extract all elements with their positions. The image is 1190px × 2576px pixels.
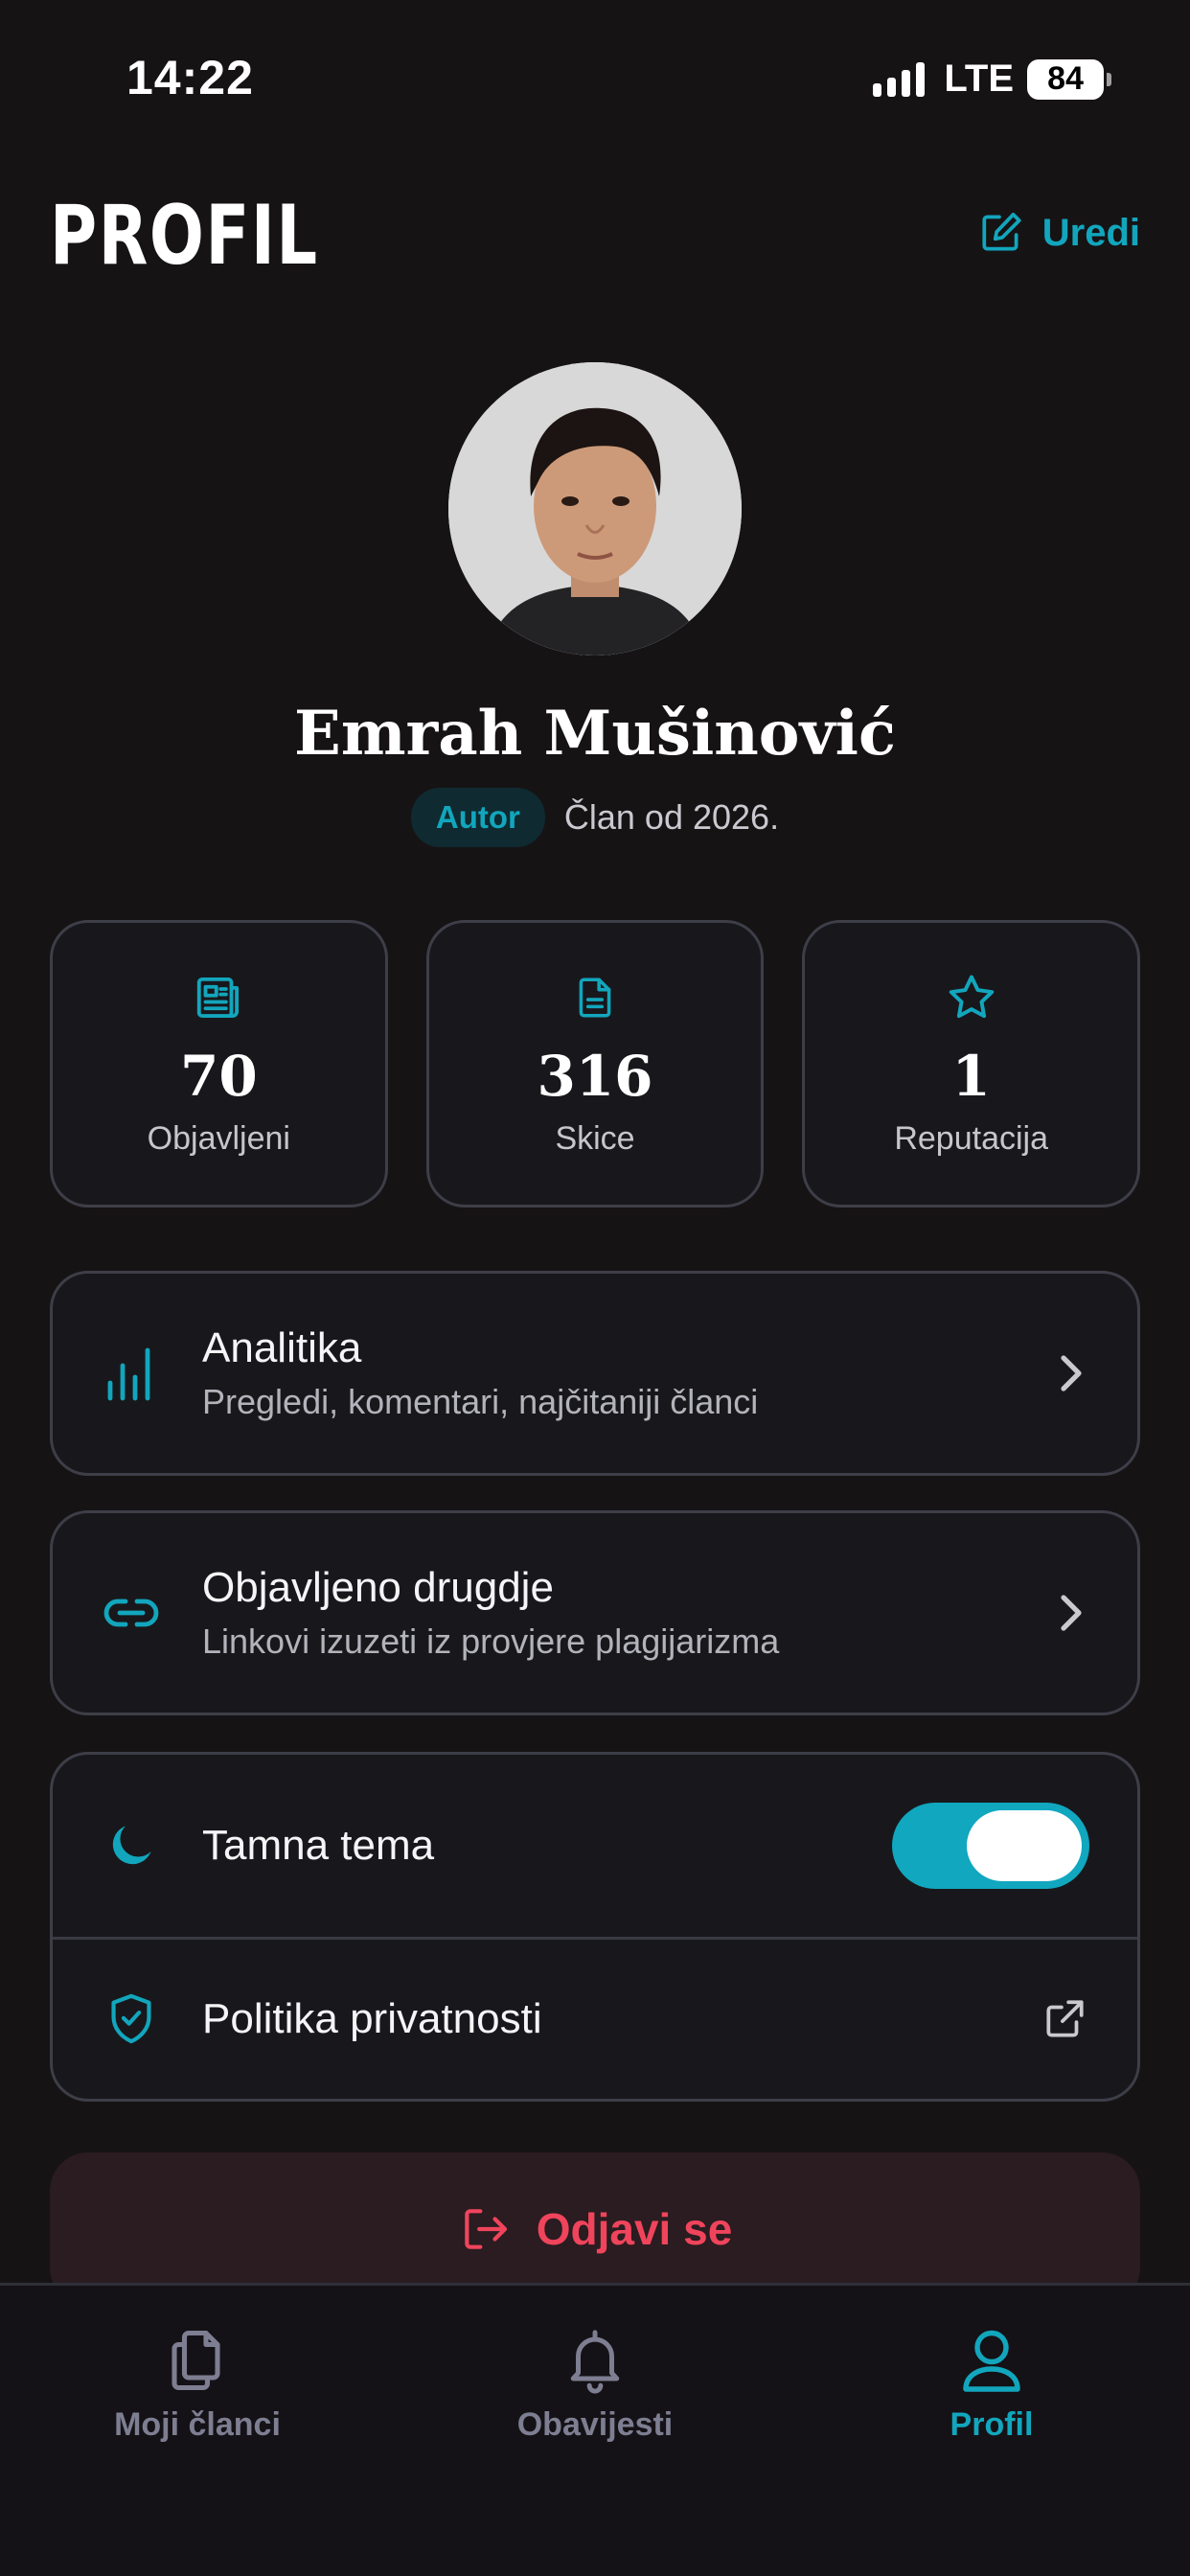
- chevron-right-icon: [1061, 1355, 1082, 1392]
- link-icon: [103, 1598, 159, 1627]
- privacy-policy-label: Politika privatnosti: [202, 1995, 542, 2042]
- moon-icon: [112, 1826, 151, 1865]
- role-badge: Autor: [410, 788, 545, 847]
- document-icon: [579, 978, 611, 1018]
- user-name: Emrah Mušinović: [294, 698, 896, 770]
- member-since: Član od 2026.: [563, 797, 780, 837]
- documents-icon: [172, 2330, 220, 2391]
- nav-item-my-articles[interactable]: Moji članci: [54, 2324, 341, 2444]
- chevron-right-icon: [1061, 1595, 1082, 1631]
- avatar[interactable]: [448, 362, 742, 656]
- bottom-nav: Moji članci Obavijesti Profil: [0, 2283, 1190, 2576]
- network-type: LTE: [944, 58, 1014, 100]
- star-icon: [949, 975, 994, 1019]
- published-elsewhere-subtitle: Linkovi izuzeti iz provjere plagijarizma: [202, 1622, 780, 1661]
- bar-chart-icon: [107, 1347, 150, 1401]
- nav-item-profile[interactable]: Profil: [848, 2324, 1135, 2444]
- stat-label: Objavljeni: [147, 1120, 290, 1157]
- privacy-policy-row[interactable]: Politika privatnosti: [53, 1940, 1137, 2099]
- stat-value: 70: [179, 1044, 258, 1109]
- edit-profile-button[interactable]: Uredi: [977, 209, 1140, 257]
- status-indicators: LTE 84: [873, 58, 1111, 101]
- user-icon: [963, 2330, 1020, 2392]
- nav-label: Obavijesti: [516, 2406, 674, 2443]
- bell-icon: [570, 2330, 620, 2394]
- logout-label: Odjavi se: [536, 2204, 733, 2254]
- published-elsewhere-card[interactable]: Objavljeno drugdje Linkovi izuzeti iz pr…: [50, 1510, 1140, 1715]
- avatar-image: [448, 362, 742, 656]
- analytics-title: Analitika: [202, 1324, 362, 1371]
- nav-item-notifications[interactable]: Obavijesti: [451, 2324, 739, 2444]
- profile-screen: 14:22 LTE 84 PROFIL Uredi Emrah Mušinovi…: [0, 0, 1190, 2576]
- edit-square-icon: [982, 212, 1021, 251]
- published-elsewhere-title: Objavljeno drugdje: [202, 1564, 554, 1611]
- stat-value: 316: [537, 1044, 653, 1109]
- external-link-icon: [1046, 2000, 1084, 2037]
- shield-check-icon: [111, 1993, 151, 2044]
- stat-card-reputation[interactable]: 1 Reputacija: [802, 920, 1141, 1208]
- nav-label: Profil: [950, 2406, 1034, 2443]
- stats-row: 70 Objavljeni 316 Skice 1 Reputacija: [50, 920, 1141, 1208]
- battery-icon: 84: [1027, 58, 1111, 100]
- nav-label: Moji članci: [114, 2406, 281, 2443]
- analytics-subtitle: Pregledi, komentari, najčitaniji članci: [202, 1382, 759, 1421]
- newspaper-icon: [197, 977, 240, 1019]
- logout-icon: [464, 2209, 507, 2249]
- stat-card-published[interactable]: 70 Objavljeni: [50, 920, 388, 1208]
- dark-theme-toggle[interactable]: [892, 1803, 1089, 1889]
- edit-label: Uredi: [1041, 211, 1140, 254]
- stat-label: Reputacija: [894, 1120, 1048, 1157]
- stat-label: Skice: [555, 1120, 635, 1157]
- page-title: PROFIL: [50, 188, 319, 284]
- profile-meta: Autor Član od 2026.: [0, 788, 1190, 847]
- status-time: 14:22: [126, 51, 254, 104]
- toggle-knob: [967, 1810, 1082, 1881]
- stat-value: 1: [951, 1044, 991, 1109]
- stat-card-drafts[interactable]: 316 Skice: [425, 920, 765, 1208]
- settings-card: Tamna tema Politika privatnosti: [50, 1752, 1140, 2102]
- analytics-card[interactable]: Analitika Pregledi, komentari, najčitani…: [50, 1271, 1140, 1476]
- battery-level: 84: [1027, 58, 1104, 100]
- signal-icon: [873, 61, 926, 97]
- dark-theme-row[interactable]: Tamna tema: [53, 1755, 1137, 1937]
- dark-theme-label: Tamna tema: [202, 1822, 435, 1869]
